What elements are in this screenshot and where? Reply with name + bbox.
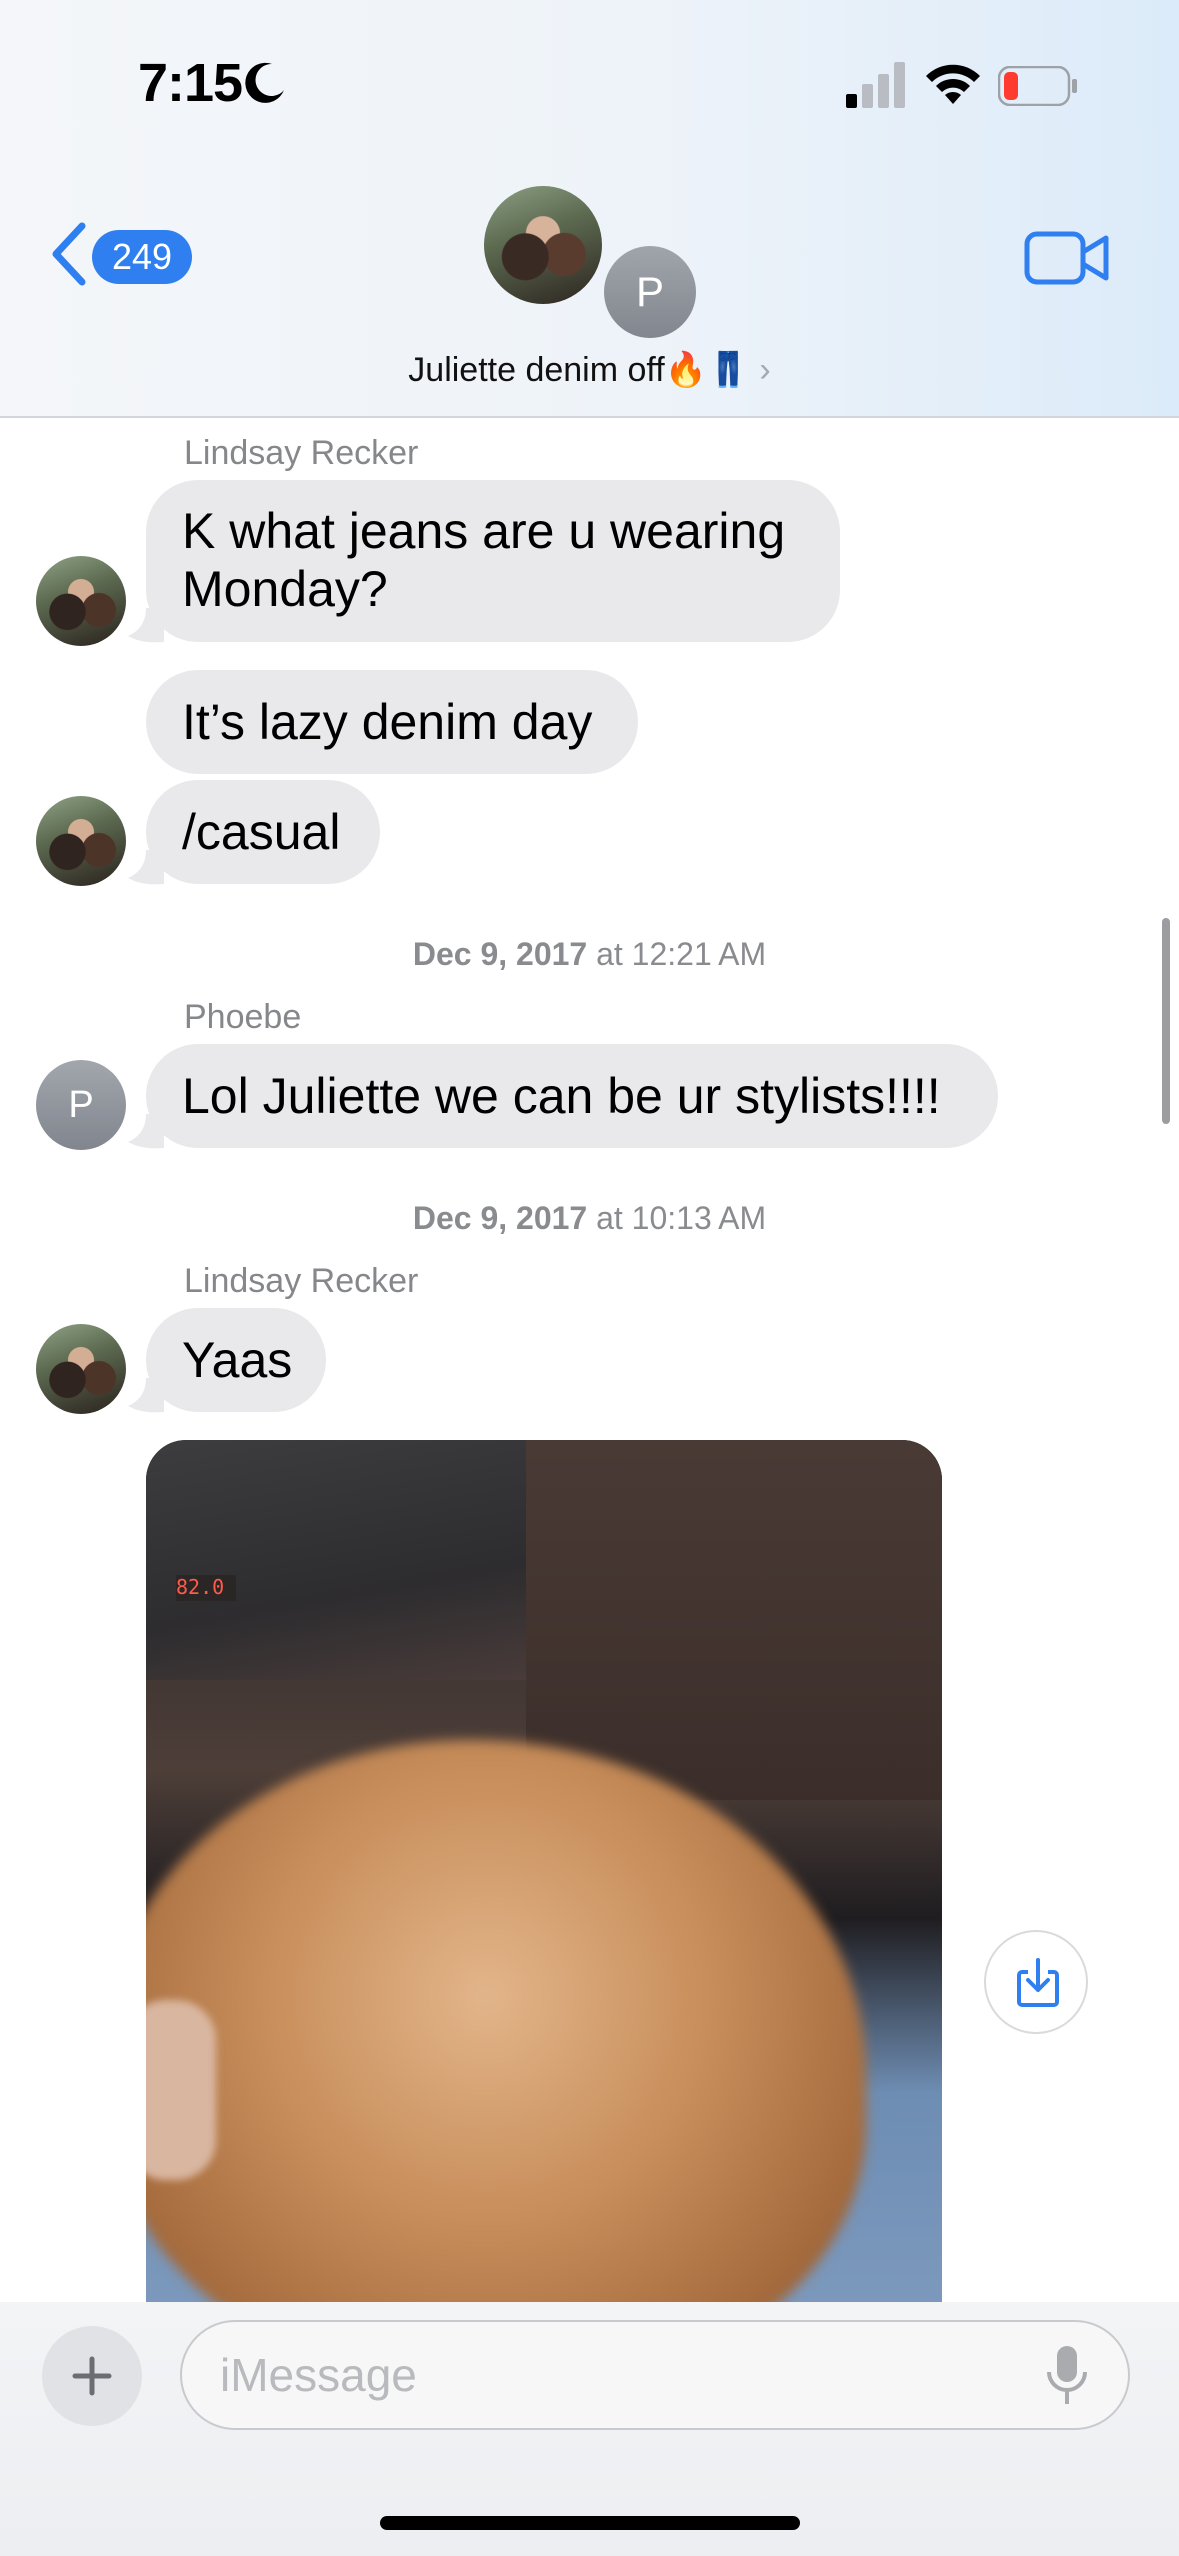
cellular-signal-icon	[846, 62, 905, 108]
bubble-tail	[128, 1114, 164, 1149]
sender-name: Lindsay Recker	[184, 434, 419, 472]
video-camera-icon[interactable]	[1024, 228, 1110, 288]
message-text-line: Monday?	[182, 561, 388, 617]
save-to-photos-icon	[1017, 1958, 1059, 2007]
message-input-placeholder: iMessage	[220, 2349, 417, 2401]
dash-temperature-display: 82.0	[176, 1575, 236, 1601]
group-name-text: Juliette denim off🔥👖	[408, 351, 750, 389]
message-text-line: K what jeans are u wearing	[182, 503, 786, 559]
message-bubble[interactable]: Yaas	[146, 1308, 326, 1412]
sender-name: Phoebe	[184, 998, 302, 1036]
save-to-photos-button[interactable]	[984, 1930, 1088, 2034]
bubble-tail	[128, 1378, 164, 1413]
sandwich-bun	[146, 1740, 866, 2310]
message-text: /casual	[182, 804, 341, 860]
glovebox-panel	[526, 1440, 942, 1800]
message-bubble[interactable]: /casual	[146, 780, 380, 884]
message-text: Yaas	[182, 1332, 293, 1388]
unread-count-badge[interactable]: 249	[92, 230, 192, 284]
avatar[interactable]	[36, 796, 126, 886]
battery-low-icon	[998, 66, 1077, 106]
group-avatar-initial[interactable]: P	[604, 246, 696, 338]
avatar[interactable]	[36, 1324, 126, 1414]
group-avatar-photo[interactable]	[484, 186, 602, 304]
avatar[interactable]: P	[36, 1060, 126, 1150]
status-time: 7:15	[138, 53, 243, 113]
home-indicator	[380, 2516, 800, 2530]
chevron-right-icon: ›	[759, 351, 771, 389]
timestamp-time: at 10:13 AM	[596, 1200, 767, 1236]
moon-icon	[245, 62, 284, 103]
sender-name: Lindsay Recker	[184, 1262, 419, 1300]
message-text: It’s lazy denim day	[182, 694, 593, 750]
microphone-icon[interactable]	[1044, 2344, 1090, 2408]
finger	[146, 2000, 216, 2180]
message-text: Lol Juliette we can be ur stylists!!!!	[182, 1068, 941, 1124]
message-bubble[interactable]: K what jeans are u wearing Monday?	[146, 480, 840, 642]
timestamp: Dec 9, 2017 at 10:13 AM	[0, 1200, 1179, 1237]
timestamp: Dec 9, 2017 at 12:21 AM	[0, 936, 1179, 973]
avatar[interactable]	[36, 556, 126, 646]
timestamp-date: Dec 9, 2017	[412, 936, 588, 972]
timestamp-time: at 12:21 AM	[596, 936, 767, 972]
photo-attachment[interactable]: 82.0	[146, 1440, 942, 2310]
bubble-tail	[128, 850, 164, 885]
chevron-left-icon[interactable]	[48, 222, 88, 286]
timestamp-date: Dec 9, 2017	[412, 1200, 588, 1236]
message-bubble[interactable]: Lol Juliette we can be ur stylists!!!!	[146, 1044, 998, 1148]
bubble-tail	[128, 608, 164, 643]
message-bubble[interactable]: It’s lazy denim day	[146, 670, 638, 774]
scrollbar[interactable]	[1162, 918, 1170, 1124]
group-name[interactable]: Juliette denim off🔥👖 ›	[0, 350, 1179, 390]
plus-icon	[72, 2356, 112, 2396]
apps-plus-button[interactable]	[42, 2326, 142, 2426]
wifi-icon	[926, 64, 980, 104]
